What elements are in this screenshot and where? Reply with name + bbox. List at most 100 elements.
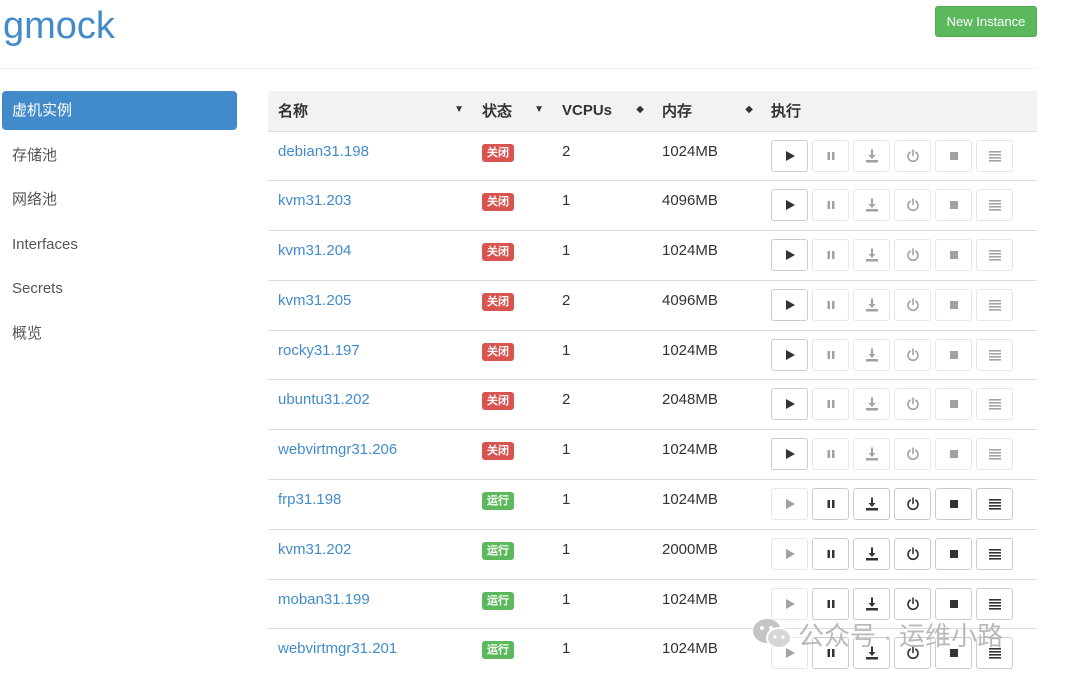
power-button[interactable] (894, 288, 931, 321)
pause-button[interactable] (812, 338, 849, 371)
power-button[interactable] (894, 438, 931, 471)
download-button[interactable] (853, 239, 890, 272)
stop-icon (949, 599, 959, 609)
stop-button[interactable] (935, 637, 972, 670)
power-button[interactable] (894, 239, 931, 272)
power-button[interactable] (894, 537, 931, 570)
instance-name-link[interactable]: kvm31.202 (278, 541, 351, 558)
stop-button[interactable] (935, 488, 972, 521)
sidebar-item-interfaces[interactable]: Interfaces (2, 225, 237, 264)
menu-button[interactable] (976, 239, 1013, 272)
play-button[interactable] (771, 288, 808, 321)
play-icon (784, 548, 796, 560)
play-button[interactable] (771, 338, 808, 371)
pause-button[interactable] (812, 288, 849, 321)
menu-button[interactable] (976, 388, 1013, 421)
download-button[interactable] (853, 338, 890, 371)
play-button[interactable] (771, 488, 808, 521)
download-button[interactable] (853, 438, 890, 471)
stop-button[interactable] (935, 338, 972, 371)
pause-button[interactable] (812, 388, 849, 421)
stop-button[interactable] (935, 537, 972, 570)
sidebar-item-secrets[interactable]: Secrets (2, 269, 237, 308)
sidebar-item-instances[interactable]: 虚机实例 (2, 91, 237, 130)
download-button[interactable] (853, 537, 890, 570)
instance-name-link[interactable]: rocky31.197 (278, 342, 360, 359)
play-button[interactable] (771, 239, 808, 272)
power-button[interactable] (894, 637, 931, 670)
menu-button[interactable] (976, 637, 1013, 670)
stop-button[interactable] (935, 239, 972, 272)
menu-button[interactable] (976, 537, 1013, 570)
play-button[interactable] (771, 139, 808, 172)
power-button[interactable] (894, 587, 931, 620)
column-header-memory[interactable]: 内存 ◆ (652, 91, 761, 131)
play-button[interactable] (771, 438, 808, 471)
column-header-name[interactable]: 名称 ▼ (268, 91, 472, 131)
play-button[interactable] (771, 537, 808, 570)
stop-button[interactable] (935, 438, 972, 471)
sidebar-item-storage-pools[interactable]: 存储池 (2, 136, 237, 175)
column-header-vcpus[interactable]: VCPUs ◆ (552, 91, 652, 131)
download-button[interactable] (853, 139, 890, 172)
power-button[interactable] (894, 139, 931, 172)
menu-button[interactable] (976, 488, 1013, 521)
download-button[interactable] (853, 488, 890, 521)
sidebar-item-overview[interactable]: 概览 (2, 314, 237, 353)
download-button[interactable] (853, 388, 890, 421)
play-button[interactable] (771, 189, 808, 222)
action-button-group (771, 139, 1037, 172)
menu-button[interactable] (976, 189, 1013, 222)
status-badge: 关闭 (482, 342, 514, 361)
instance-name-link[interactable]: ubuntu31.202 (278, 391, 370, 408)
menu-button[interactable] (976, 288, 1013, 321)
download-button[interactable] (853, 189, 890, 222)
power-icon (906, 248, 920, 262)
pause-button[interactable] (812, 637, 849, 670)
sidebar-item-network-pools[interactable]: 网络池 (2, 180, 237, 219)
cell-vcpus: 1 (562, 590, 571, 608)
instance-name-link[interactable]: kvm31.204 (278, 242, 351, 259)
instance-name-link[interactable]: kvm31.203 (278, 192, 351, 209)
download-button[interactable] (853, 288, 890, 321)
pause-button[interactable] (812, 438, 849, 471)
instance-name-link[interactable]: frp31.198 (278, 491, 341, 508)
cell-status: 关闭 (472, 131, 552, 181)
pause-button[interactable] (812, 537, 849, 570)
play-button[interactable] (771, 388, 808, 421)
stop-button[interactable] (935, 139, 972, 172)
download-button[interactable] (853, 587, 890, 620)
instance-name-link[interactable]: kvm31.205 (278, 292, 351, 309)
instance-name-link[interactable]: debian31.198 (278, 143, 369, 160)
power-button[interactable] (894, 189, 931, 222)
menu-button[interactable] (976, 139, 1013, 172)
pause-button[interactable] (812, 189, 849, 222)
stop-button[interactable] (935, 288, 972, 321)
column-header-status[interactable]: 状态 ▼ (472, 91, 552, 131)
power-button[interactable] (894, 388, 931, 421)
pause-button[interactable] (812, 488, 849, 521)
instance-name-link[interactable]: webvirtmgr31.206 (278, 441, 397, 458)
cell-vcpus: 1 (562, 640, 571, 658)
pause-button[interactable] (812, 587, 849, 620)
menu-button[interactable] (976, 438, 1013, 471)
power-button[interactable] (894, 338, 931, 371)
instance-name-link[interactable]: moban31.199 (278, 591, 370, 608)
instance-name-link[interactable]: webvirtmgr31.201 (278, 640, 397, 657)
power-button[interactable] (894, 488, 931, 521)
pause-button[interactable] (812, 139, 849, 172)
stop-button[interactable] (935, 388, 972, 421)
download-button[interactable] (853, 637, 890, 670)
stop-button[interactable] (935, 189, 972, 222)
pause-button[interactable] (812, 239, 849, 272)
stop-button[interactable] (935, 587, 972, 620)
instances-table: 名称 ▼ 状态 ▼ VCPUs ◆ 内存 ◆ 执行 debian31.198 关闭 2 102… (268, 91, 1037, 679)
menu-button[interactable] (976, 338, 1013, 371)
play-button[interactable] (771, 587, 808, 620)
menu-button[interactable] (976, 587, 1013, 620)
play-button[interactable] (771, 637, 808, 670)
cell-memory: 1024MB (662, 590, 718, 608)
pause-icon (826, 250, 836, 260)
new-instance-button[interactable]: New Instance (935, 6, 1037, 37)
action-button-group (771, 288, 1037, 321)
